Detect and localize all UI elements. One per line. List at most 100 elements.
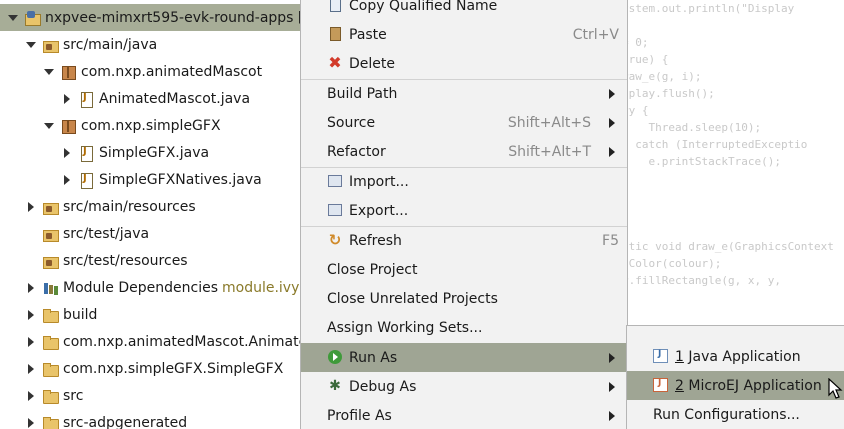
tree-item[interactable]: src/main/resources <box>0 193 300 220</box>
expand-right-icon[interactable] <box>62 174 72 185</box>
menu-shortcut: Shift+Alt+T <box>508 143 591 160</box>
tree-item[interactable]: SimpleGFX.java <box>0 139 300 166</box>
code-line: tColor(colour); <box>622 257 722 270</box>
menu-item-source[interactable]: Source Shift+Alt+S <box>301 108 627 137</box>
expand-down-icon[interactable] <box>44 121 54 131</box>
tree-item[interactable]: com.nxp.animatedMascot.AnimatedM <box>0 328 300 355</box>
menu-item-label: Import... <box>349 173 409 190</box>
expand-right-icon[interactable] <box>26 390 36 401</box>
menu-item-label: Copy Qualified Name <box>349 0 498 14</box>
menu-item-label: Build Path <box>327 85 398 102</box>
tree-item[interactable]: com.nxp.simpleGFX.SimpleGFX <box>0 355 300 382</box>
refresh-icon: ↻ <box>328 231 342 249</box>
menu-item-build-path[interactable]: Build Path <box>301 79 627 108</box>
source-folder-icon <box>42 226 59 242</box>
menu-item-profile-as[interactable]: Profile As <box>301 401 627 429</box>
submenu-arrow-icon <box>609 89 615 99</box>
code-line: raw_e(g, i); <box>622 70 702 83</box>
menu-item-label: Close Project <box>327 261 418 278</box>
tree-item-label: build <box>63 306 98 323</box>
library-icon <box>42 280 58 296</box>
source-folder-icon <box>42 253 59 269</box>
tree-item[interactable]: src/test/java <box>0 220 300 247</box>
expand-down-icon[interactable] <box>8 13 18 23</box>
menu-item-label: Refactor <box>327 143 386 160</box>
menu-item-label: Paste <box>349 26 387 43</box>
context-menu: Copy Qualified Name Paste Ctrl+V ✖ Delete Bui… <box>300 0 628 429</box>
tree-item[interactable]: AnimatedMascot.java <box>0 85 300 112</box>
tree-item[interactable]: nxpvee-mimxrt595-evk-round-apps [w <box>0 4 300 31</box>
tree-item-label: AnimatedMascot.java <box>99 90 251 107</box>
tree-item-label: nxpvee-mimxrt595-evk-round-apps [w <box>45 9 300 26</box>
tree-item[interactable]: build <box>0 301 300 328</box>
folder-icon <box>42 415 59 429</box>
tree-item[interactable]: src-adpgenerated <box>0 409 300 429</box>
export-icon <box>327 202 343 218</box>
source-folder-icon <box>42 37 59 53</box>
source-folder-icon <box>42 199 59 215</box>
mnemonic: 2 <box>675 377 684 394</box>
menu-item-paste[interactable]: Paste Ctrl+V <box>301 20 627 49</box>
tree-item-label: src-adpgenerated <box>63 414 188 429</box>
submenu-item[interactable]: 1 Java Application <box>627 342 844 371</box>
menu-item-label: Run As <box>349 349 398 366</box>
menu-item-close-unrelated-projects[interactable]: Close Unrelated Projects <box>301 284 627 313</box>
paste-icon <box>327 26 343 42</box>
run-icon <box>327 349 343 365</box>
menu-item-label: Export... <box>349 202 409 219</box>
menu-item-label: Debug As <box>349 378 417 395</box>
menu-shortcut: F5 <box>602 232 619 249</box>
expand-down-icon[interactable] <box>26 40 36 50</box>
code-line: splay.flush(); <box>622 87 715 100</box>
run-as-submenu: 1 Java Application 2 MicroEJ Application R… <box>626 325 844 429</box>
expand-down-icon[interactable] <box>44 67 54 77</box>
menu-item-assign-working-sets[interactable]: Assign Working Sets... <box>301 313 627 342</box>
menu-item-debug-as[interactable]: ✱ Debug As <box>301 372 627 401</box>
expand-right-icon[interactable] <box>62 93 72 104</box>
expand-right-icon[interactable] <box>26 282 36 293</box>
java-app-icon <box>653 349 668 363</box>
menu-item-label: Refresh <box>349 232 402 249</box>
expand-right-icon[interactable] <box>26 417 36 428</box>
tree-item-label: src <box>63 387 84 404</box>
mouse-pointer-icon <box>828 378 843 399</box>
java-file-icon <box>78 172 94 189</box>
code-line: ystem.out.println("Display <box>622 2 795 15</box>
menu-shortcut: Ctrl+V <box>572 26 619 43</box>
java-file-icon <box>78 145 94 162</box>
menu-item-close-project[interactable]: Close Project <box>301 255 627 284</box>
tree-item-label: src/test/resources <box>63 252 188 269</box>
tree-item[interactable]: com.nxp.animatedMascot <box>0 58 300 85</box>
copy-icon <box>327 0 343 13</box>
tree-item[interactable]: src <box>0 382 300 409</box>
expand-right-icon[interactable] <box>26 336 36 347</box>
expand-right-icon[interactable] <box>62 147 72 158</box>
tree-item[interactable]: Module Dependenciesmodule.ivy [*] <box>0 274 300 301</box>
submenu-arrow-icon <box>609 353 615 363</box>
menu-item-run-as[interactable]: Run As <box>301 343 627 372</box>
tree-item[interactable]: SimpleGFXNatives.java <box>0 166 300 193</box>
menu-item-label: Profile As <box>327 407 392 424</box>
tree-item-label: com.nxp.simpleGFX.SimpleGFX <box>63 360 284 377</box>
tree-item-label: src/test/java <box>63 225 150 242</box>
expand-right-icon[interactable] <box>26 309 36 320</box>
package-icon <box>60 64 76 80</box>
menu-item-refactor[interactable]: Refactor Shift+Alt+T <box>301 137 627 166</box>
expand-right-icon[interactable] <box>26 363 36 374</box>
tree-item[interactable]: src/main/java <box>0 31 300 58</box>
menu-item-import[interactable]: Import... <box>301 167 627 196</box>
project-icon <box>24 10 41 26</box>
menu-item-export[interactable]: Export... <box>301 196 627 225</box>
menu-item-copy-qualified-name[interactable]: Copy Qualified Name <box>301 0 627 20</box>
submenu-item[interactable]: Run Configurations... <box>627 400 844 429</box>
tree-item[interactable]: com.nxp.simpleGFX <box>0 112 300 139</box>
expand-right-icon[interactable] <box>26 201 36 212</box>
menu-item-refresh[interactable]: ↻ Refresh F5 <box>301 226 627 255</box>
tree-item-label: SimpleGFXNatives.java <box>99 171 262 188</box>
menu-item-delete[interactable]: ✖ Delete <box>301 49 627 78</box>
tree-item[interactable]: src/test/resources <box>0 247 300 274</box>
submenu-item-label: Run Configurations... <box>653 407 800 423</box>
submenu-item[interactable]: 2 MicroEJ Application <box>627 371 844 400</box>
menu-item-label: Delete <box>349 55 395 72</box>
code-line: e.printStackTrace(); <box>622 155 781 168</box>
